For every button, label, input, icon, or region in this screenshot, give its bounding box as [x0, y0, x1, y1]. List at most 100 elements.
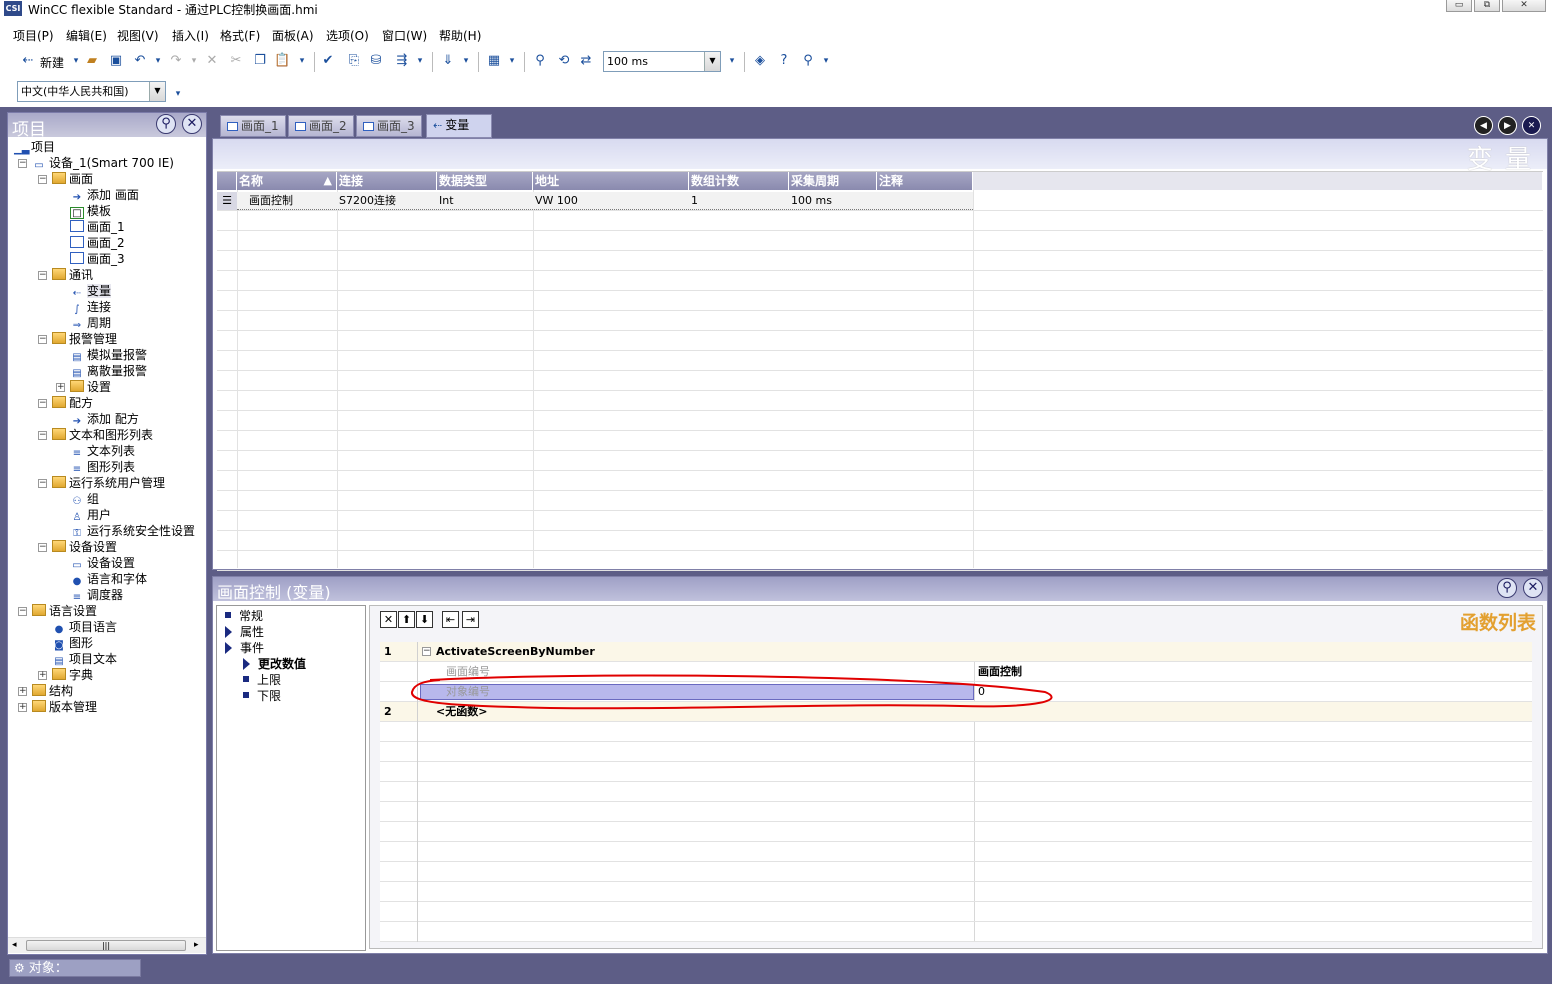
tree-item[interactable]: − 报警管理	[38, 331, 117, 347]
tree-item[interactable]: ▭ 设备设置	[70, 555, 135, 571]
tree-item[interactable]: ● 语言和字体	[70, 571, 147, 587]
tree-item[interactable]: ➔ 添加 配方	[70, 411, 139, 427]
tree-item[interactable]: − 设备设置	[38, 539, 117, 555]
table-cell[interactable]	[877, 192, 879, 210]
collapse-icon[interactable]: −	[422, 647, 431, 656]
tree-item[interactable]: ▤ 模拟量报警	[70, 347, 147, 363]
tab-screen-3[interactable]: 画面_3	[356, 115, 422, 137]
check-icon[interactable]: ✔	[320, 53, 336, 69]
cross-reference-icon[interactable]: ⇄	[578, 53, 594, 69]
tree-item[interactable]: ● 项目语言	[52, 619, 117, 635]
collapse-icon[interactable]: −	[38, 479, 47, 488]
close-icon[interactable]: ✕	[1523, 578, 1543, 598]
download-dropdown-icon[interactable]: ▾	[458, 53, 474, 69]
project-tree-scrollbar[interactable]: ◂ ||| ▸	[8, 937, 206, 953]
copy-icon[interactable]: ❐	[252, 53, 268, 69]
tree-item[interactable]: ▤ 离散量报警	[70, 363, 147, 379]
previous-editor-icon[interactable]: ◀	[1474, 116, 1493, 135]
expand-all-button[interactable]: ⇥	[462, 611, 479, 628]
column-header[interactable]: 采集周期	[789, 172, 877, 190]
delete-icon[interactable]: ✕	[204, 53, 220, 69]
move-down-button[interactable]: ⬇	[416, 611, 433, 628]
collapse-icon[interactable]: −	[38, 175, 47, 184]
tree-item[interactable]: ⚇ 组	[70, 491, 100, 507]
tree-item[interactable]: ▤ 项目文本	[52, 651, 117, 667]
simulate-icon[interactable]: ⛁	[368, 53, 384, 69]
paste-icon[interactable]: 📋	[274, 53, 290, 69]
tree-item[interactable]: + 结构	[18, 683, 73, 699]
table-cell[interactable]: Int	[437, 192, 454, 210]
pin-icon[interactable]: ⚲	[1497, 578, 1517, 598]
new-dropdown-icon[interactable]: ▾	[68, 53, 84, 69]
menu-faceplate[interactable]: 面板(A)	[272, 27, 314, 44]
tree-item[interactable]: + 版本管理	[18, 699, 97, 715]
menu-format[interactable]: 格式(F)	[220, 27, 260, 44]
scrollbar-thumb[interactable]: |||	[26, 940, 186, 951]
property-nav-item[interactable]: 下限	[243, 688, 281, 704]
table-dropdown-icon[interactable]: ▾	[504, 53, 520, 69]
menu-insert[interactable]: 插入(I)	[172, 27, 209, 44]
transfer-icon[interactable]: ⇶	[394, 53, 410, 69]
cut-icon[interactable]: ✂	[228, 53, 244, 69]
column-header[interactable]: 名称 ▲	[237, 172, 337, 190]
toolbar-overflow-icon[interactable]: ▾	[724, 53, 740, 69]
undo-icon[interactable]: ↶	[132, 53, 148, 69]
tree-item[interactable]: 画面_2	[70, 235, 125, 251]
chevron-down-icon[interactable]: ▼	[149, 82, 165, 101]
table-cell[interactable]: 画面控制	[247, 192, 293, 210]
expand-icon[interactable]: +	[18, 703, 27, 712]
menu-edit[interactable]: 编辑(E)	[66, 27, 107, 44]
menu-window[interactable]: 窗口(W)	[382, 27, 427, 44]
collapse-icon[interactable]: −	[38, 271, 47, 280]
expand-icon[interactable]: +	[18, 687, 27, 696]
menu-help[interactable]: 帮助(H)	[439, 27, 481, 44]
tab-tags[interactable]: ⇠ 变量	[426, 114, 492, 138]
scroll-left-icon[interactable]: ◂	[12, 940, 17, 950]
property-nav-item[interactable]: 上限	[243, 672, 281, 688]
delete-function-button[interactable]: ✕	[380, 611, 397, 628]
minimize-button[interactable]: ▭	[1446, 0, 1472, 12]
tree-item[interactable]: ≡ 调度器	[70, 587, 123, 603]
tree-item[interactable]: ◙ 图形	[52, 635, 93, 651]
collapse-icon[interactable]: −	[38, 431, 47, 440]
row-selector-icon[interactable]: ☰	[217, 192, 237, 210]
tree-item[interactable]: − 运行系统用户管理	[38, 475, 165, 491]
pin-icon[interactable]: ⚲	[156, 114, 176, 134]
chevron-down-icon[interactable]: ▼	[704, 52, 720, 71]
save-icon[interactable]: ▣	[108, 53, 124, 69]
table-icon[interactable]: ▦	[486, 53, 502, 69]
tree-item[interactable]: ⚿ 运行系统安全性设置	[70, 523, 195, 539]
tree-item[interactable]: ≡ 图形列表	[70, 459, 135, 475]
open-icon[interactable]: ▰	[84, 53, 100, 69]
tree-item[interactable]: + 设置	[56, 379, 111, 395]
help-dropdown-icon[interactable]: ▾	[818, 53, 834, 69]
tree-item[interactable]: − 文本和图形列表	[38, 427, 153, 443]
collapse-icon[interactable]: −	[38, 543, 47, 552]
collapse-icon[interactable]: −	[18, 607, 27, 616]
download-icon[interactable]: ⇓	[440, 53, 456, 69]
redo-icon[interactable]: ↷	[168, 53, 184, 69]
move-up-button[interactable]: ⬆	[398, 611, 415, 628]
tree-item[interactable]: ⇒ 周期	[70, 315, 111, 331]
undo-dropdown-icon[interactable]: ▾	[150, 53, 166, 69]
language-toolbar-overflow-icon[interactable]: ▾	[170, 86, 186, 102]
column-header[interactable]: 数据类型	[437, 172, 533, 190]
transfer-dropdown-icon[interactable]: ▾	[412, 53, 428, 69]
table-cell[interactable]: 1	[689, 192, 698, 210]
replace-icon[interactable]: ⟲	[556, 53, 572, 69]
property-nav-item[interactable]: 属性	[225, 624, 264, 640]
property-nav-item[interactable]: 事件	[225, 640, 264, 656]
tree-item[interactable]: 画面_3	[70, 251, 125, 267]
menu-options[interactable]: 选项(O)	[326, 27, 369, 44]
expand-icon[interactable]: +	[56, 383, 65, 392]
tree-item[interactable]: 画面_1	[70, 219, 125, 235]
language-combo[interactable]: 中文(中华人民共和国) ▼	[17, 81, 166, 102]
tree-item[interactable]: − 语言设置	[18, 603, 97, 619]
tree-item[interactable]: ♙ 用户	[70, 507, 112, 523]
close-window-button[interactable]: ✕	[1502, 0, 1546, 12]
tree-item[interactable]: ⇠ 变量	[70, 283, 112, 299]
collapse-all-button[interactable]: ⇤	[442, 611, 459, 628]
tree-item[interactable]: − ▭ 设备_1(Smart 700 IE)	[18, 155, 174, 171]
tree-item[interactable]: ≡ 文本列表	[70, 443, 135, 459]
new-button[interactable]: 新建	[40, 54, 64, 71]
